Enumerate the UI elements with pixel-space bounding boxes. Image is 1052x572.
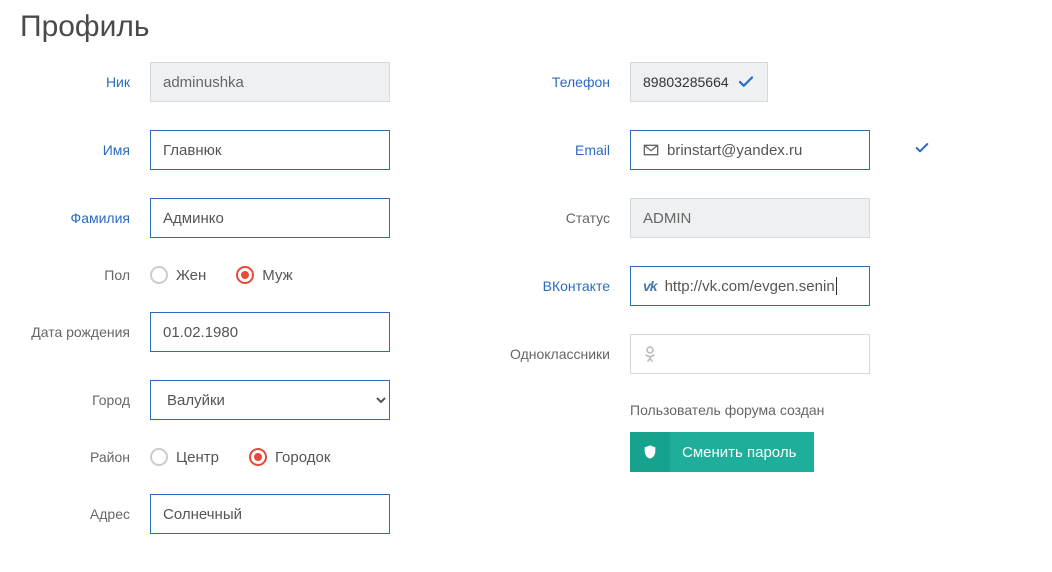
city-select[interactable]: Валуйки [150,380,390,420]
vk-label: ВКонтакте [500,278,630,294]
lastname-label: Фамилия [20,210,150,226]
change-password-label: Сменить пароль [682,444,796,461]
district-gorodok-label: Городок [275,449,330,466]
gender-male-radio[interactable]: Муж [236,266,292,284]
district-gorodok-radio[interactable]: Городок [249,448,330,466]
name-input[interactable] [150,130,390,170]
ok-field[interactable] [630,334,870,374]
radio-icon [249,448,267,466]
check-icon [914,140,930,156]
email-input[interactable] [667,142,866,159]
gender-label: Пол [20,267,150,283]
district-center-radio[interactable]: Центр [150,448,219,466]
status-label: Статус [500,210,630,226]
check-icon [737,73,755,91]
profile-left-column: Ник Имя Фамилия Пол Жен [20,62,440,562]
mail-icon [643,142,659,158]
vk-field[interactable]: vk http://vk.com/evgen.senin [630,266,870,306]
address-label: Адрес [20,506,150,522]
radio-icon [150,266,168,284]
gender-female-label: Жен [176,267,206,284]
nick-label: Ник [20,74,150,90]
dob-label: Дата рождения [20,324,150,340]
page-title: Профиль [20,10,1032,44]
phone-label: Телефон [500,74,630,90]
vk-value: http://vk.com/evgen.senin [665,278,835,295]
profile-right-column: Телефон 89803285664 Email [500,62,1000,562]
radio-icon [150,448,168,466]
dob-input[interactable] [150,312,390,352]
status-input [630,198,870,238]
shield-icon [630,432,670,472]
forum-note: Пользователь форума создан [630,402,1000,418]
district-label: Район [20,449,150,465]
district-center-label: Центр [176,449,219,466]
name-label: Имя [20,142,150,158]
nick-input [150,62,390,102]
change-password-button[interactable]: Сменить пароль [630,432,814,472]
city-label: Город [20,392,150,408]
phone-box: 89803285664 [630,62,768,102]
ok-input[interactable] [665,346,864,363]
ok-label: Одноклассники [500,346,630,362]
email-label: Email [500,142,630,158]
vk-icon: vk [643,278,657,294]
gender-female-radio[interactable]: Жен [150,266,206,284]
lastname-input[interactable] [150,198,390,238]
gender-male-label: Муж [262,267,292,284]
address-input[interactable] [150,494,390,534]
radio-icon [236,266,254,284]
email-field[interactable] [630,130,870,170]
ok-icon [643,346,657,362]
phone-value: 89803285664 [643,74,729,90]
text-cursor [836,277,837,295]
